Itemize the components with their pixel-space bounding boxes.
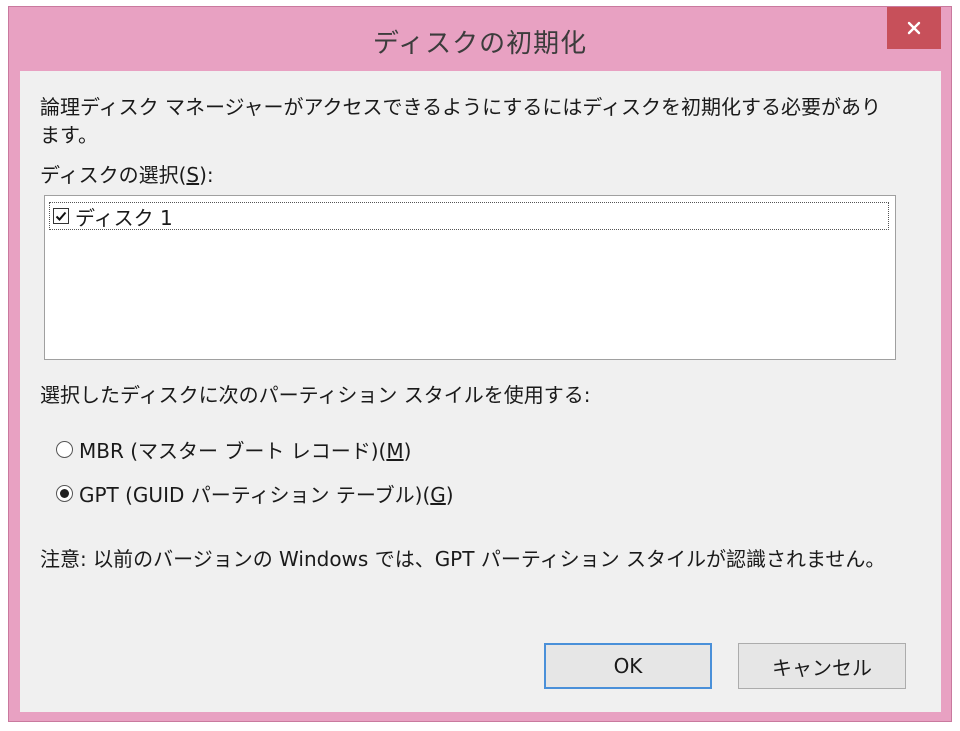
ok-button[interactable]: OK: [544, 643, 712, 689]
gpt-radio[interactable]: [56, 485, 73, 502]
dialog-content: 論理ディスク マネージャーがアクセスできるようにするにはディスクを初期化する必要…: [20, 71, 941, 712]
instruction-text: 論理ディスク マネージャーがアクセスできるようにするにはディスクを初期化する必要…: [40, 95, 881, 147]
close-icon: [907, 21, 921, 35]
compatibility-note: 注意: 以前のバージョンの Windows では、GPT パーティション スタイ…: [40, 547, 886, 571]
mbr-label-end: ): [403, 439, 412, 463]
gpt-label-end: ): [445, 483, 454, 507]
disk-1-checkbox[interactable]: [53, 208, 69, 224]
disk-select-label-text: ディスクの選択(: [40, 163, 187, 187]
disk-1-label: ディスク 1: [75, 205, 173, 230]
partition-style-label: 選択したディスクに次のパーティション スタイルを使用する:: [40, 383, 591, 407]
checkmark-icon: [55, 211, 67, 221]
gpt-option[interactable]: GPT (GUID パーティション テーブル)(G): [56, 479, 454, 508]
disk-select-label-end: ):: [199, 163, 214, 187]
mbr-radio[interactable]: [56, 441, 73, 458]
mbr-accesskey: M: [386, 439, 404, 463]
dialog-window: ディスクの初期化 論理ディスク マネージャーがアクセスできるようにするにはディス…: [8, 6, 952, 722]
close-button[interactable]: [887, 7, 941, 49]
disk-select-accesskey: S: [186, 163, 200, 187]
gpt-label: GPT (GUID パーティション テーブル)(G): [79, 479, 454, 508]
title-bar[interactable]: ディスクの初期化: [9, 7, 951, 71]
disk-list[interactable]: ディスク 1: [44, 195, 896, 360]
mbr-option[interactable]: MBR (マスター ブート レコード)(M): [56, 435, 411, 464]
disk-select-label: ディスクの選択(S):: [40, 159, 214, 188]
mbr-label: MBR (マスター ブート レコード)(M): [79, 435, 411, 464]
cancel-button[interactable]: キャンセル: [738, 643, 906, 689]
gpt-accesskey: G: [430, 483, 446, 507]
list-item[interactable]: ディスク 1: [49, 202, 889, 230]
mbr-label-text: MBR (マスター ブート レコード)(: [79, 439, 387, 463]
gpt-label-text: GPT (GUID パーティション テーブル)(: [79, 483, 431, 507]
radio-selected-dot: [60, 489, 69, 498]
dialog-title: ディスクの初期化: [372, 29, 588, 59]
